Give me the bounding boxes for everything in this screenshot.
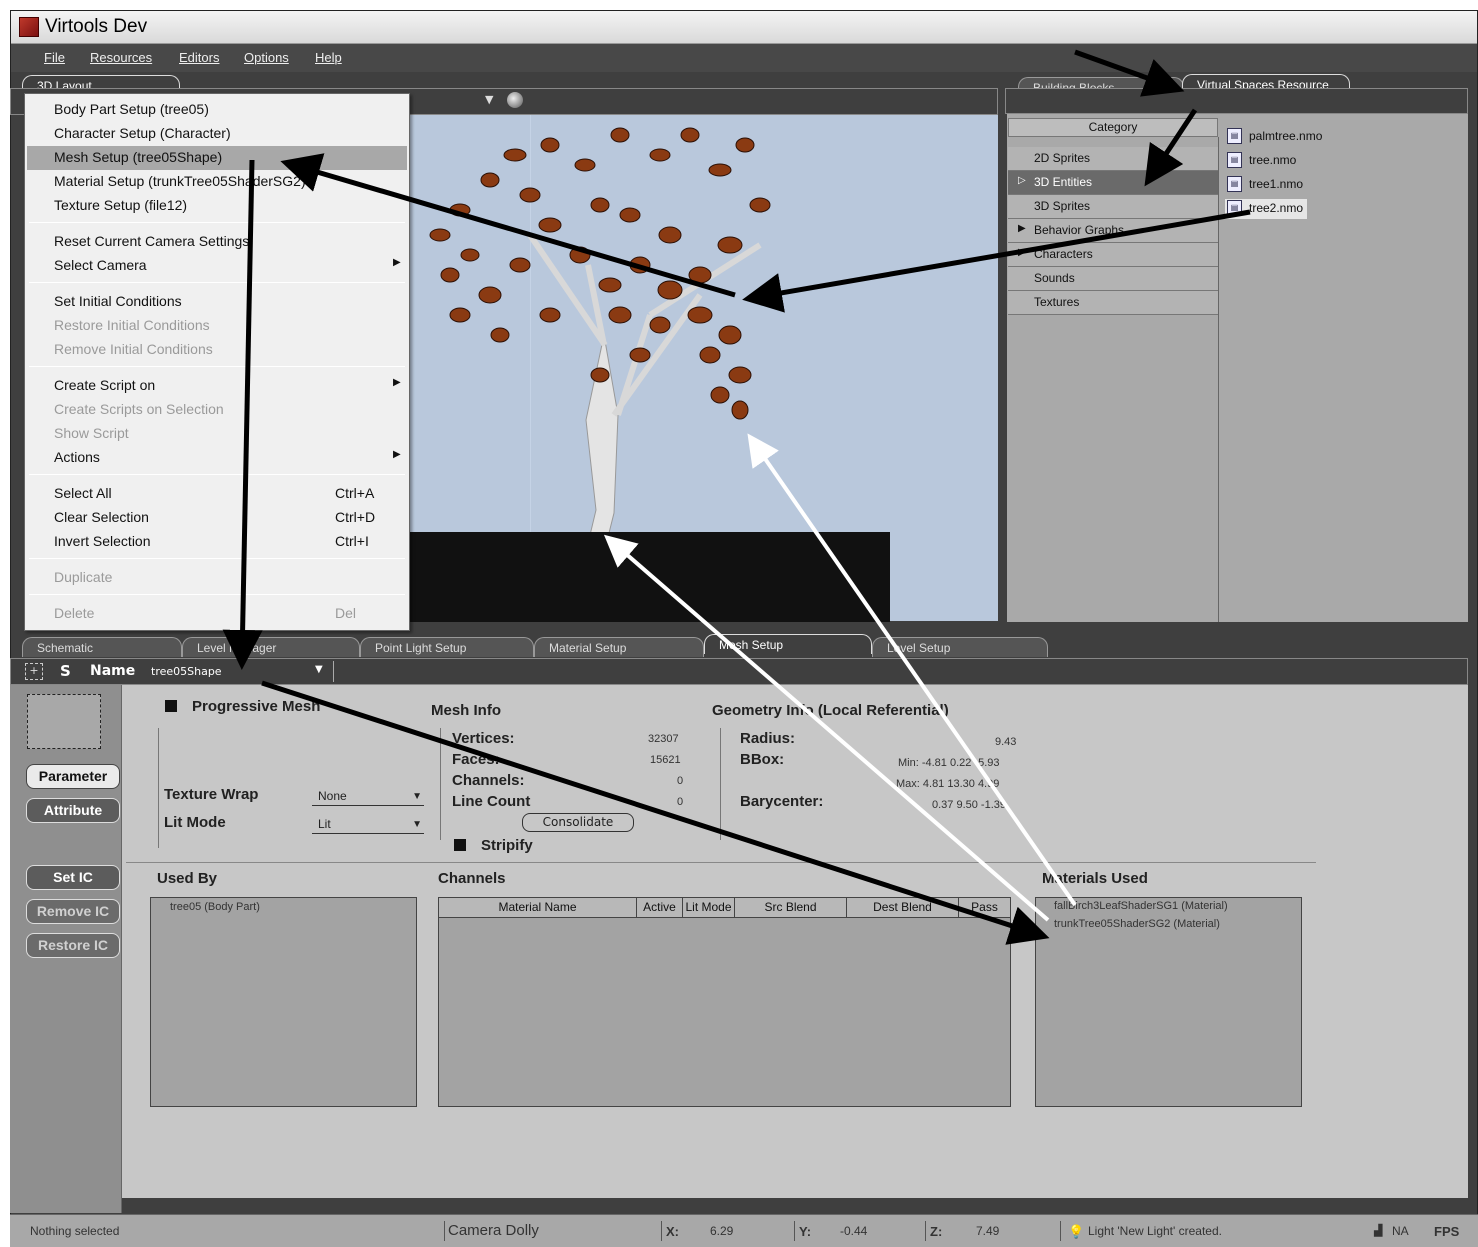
black-arrow [1144,108,1198,187]
annotation-arrows [222,49,1251,945]
black-arrow [280,153,736,298]
white-arrow [603,534,1050,922]
black-arrow [261,680,1050,945]
black-arrow [1074,49,1185,97]
black-arrow [222,159,263,670]
white-arrow [747,433,1077,907]
black-arrow [742,209,1251,313]
